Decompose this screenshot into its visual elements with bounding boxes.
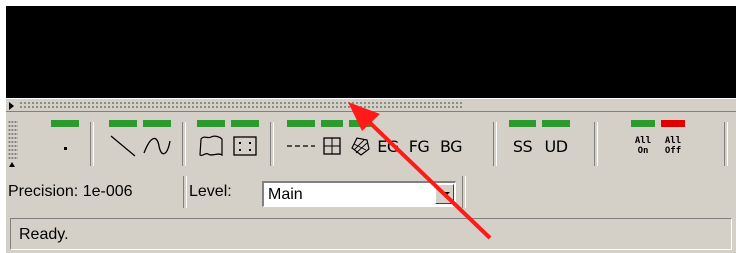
status-separator <box>183 176 187 208</box>
curve-tool-button[interactable] <box>140 118 174 174</box>
bg-button[interactable]: BG <box>435 118 467 174</box>
all-on-line2: On <box>637 146 649 156</box>
ss-label: SS <box>512 136 533 156</box>
status-separator <box>462 176 466 208</box>
level-select-value: Main <box>268 186 303 203</box>
led-indicator <box>509 120 536 127</box>
grid-icon <box>320 132 344 160</box>
scroll-left-arrow-icon[interactable] <box>9 102 14 110</box>
led-indicator <box>542 120 570 127</box>
led-indicator <box>231 120 259 127</box>
dashed-line-icon <box>286 132 316 160</box>
all-on-button[interactable]: All On <box>628 118 658 174</box>
all-off-line2: Off <box>664 146 682 156</box>
ud-label: UD <box>544 136 568 156</box>
toolbar-separator <box>493 122 497 166</box>
hatched-shape-icon <box>348 132 372 160</box>
led-indicator <box>631 120 655 127</box>
dotted-rect-icon <box>230 132 260 160</box>
led-indicator <box>321 120 343 127</box>
dot-icon <box>50 132 80 160</box>
led-indicator <box>287 120 315 127</box>
canvas-area[interactable] <box>6 6 736 98</box>
precision-level-bar: Precision: 1e-006 Level: Main <box>6 172 736 212</box>
app-window: EG FG BG SS UD All On All Off Precision:… <box>6 6 736 253</box>
pattern-tool-button[interactable] <box>346 118 374 174</box>
toolbar-separator <box>270 122 274 166</box>
grid-tool-button[interactable] <box>318 118 346 174</box>
line-tool-button[interactable] <box>106 118 140 174</box>
dashed-line-tool-button[interactable] <box>284 118 318 174</box>
toolbar-chevron-icon[interactable] <box>9 162 15 167</box>
led-indicator-red <box>661 120 685 127</box>
led-indicator <box>51 120 79 127</box>
level-label: Level: <box>189 183 232 200</box>
led-indicator <box>349 120 371 127</box>
scrollbar-thumb[interactable] <box>19 101 463 109</box>
bg-label: BG <box>439 136 463 156</box>
all-off-button[interactable]: All Off <box>658 118 688 174</box>
eg-button[interactable]: EG <box>373 118 403 174</box>
fg-label: FG <box>408 136 430 156</box>
curve-icon <box>142 132 172 160</box>
ud-button[interactable]: UD <box>539 118 573 174</box>
all-on-label: All On <box>630 132 656 160</box>
toolbar-separator <box>90 122 94 166</box>
line-icon <box>108 132 138 160</box>
freeform-icon <box>196 132 226 160</box>
all-off-label: All Off <box>660 132 686 160</box>
status-panel: Ready. <box>10 218 732 250</box>
toolbar-grip-handle[interactable] <box>8 120 18 160</box>
level-select[interactable]: Main <box>262 181 456 207</box>
led-indicator <box>143 120 171 127</box>
led-indicator <box>109 120 137 127</box>
freeform-region-tool-button[interactable] <box>194 118 228 174</box>
chevron-down-icon[interactable] <box>435 184 454 204</box>
fg-button[interactable]: FG <box>403 118 435 174</box>
status-bar: Ready. <box>6 212 736 253</box>
status-message: Ready. <box>19 226 69 243</box>
toolbar-separator <box>724 122 728 166</box>
eg-label: EG <box>377 136 399 156</box>
toolbar-separator <box>594 122 598 166</box>
precision-readout: Precision: 1e-006 <box>8 183 133 200</box>
toolbar: EG FG BG SS UD All On All Off <box>6 112 736 174</box>
all-off-line1: All <box>664 136 682 146</box>
toolbar-separator <box>182 122 186 166</box>
all-on-line1: All <box>634 136 652 146</box>
led-indicator <box>197 120 225 127</box>
horizontal-scrollbar[interactable] <box>6 98 736 112</box>
ss-button[interactable]: SS <box>506 118 539 174</box>
point-tool-button[interactable] <box>48 118 82 174</box>
rectangle-region-tool-button[interactable] <box>228 118 262 174</box>
